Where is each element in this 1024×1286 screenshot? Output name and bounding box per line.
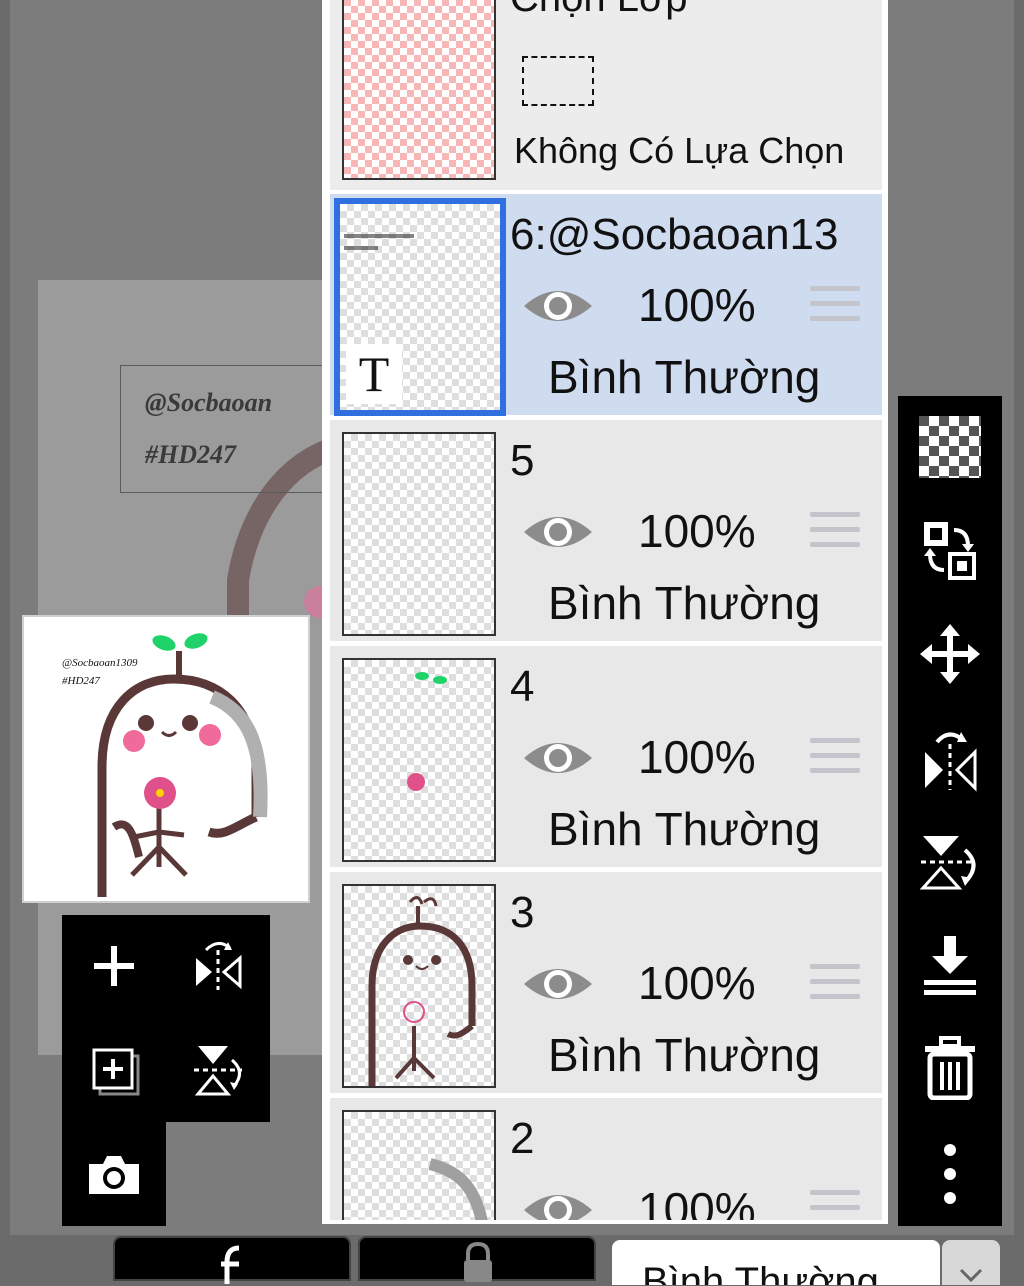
layer-blend-mode[interactable]: Bình Thường xyxy=(548,1028,820,1082)
trash-icon xyxy=(925,1036,975,1100)
move-button[interactable] xyxy=(898,624,1002,684)
visibility-toggle[interactable] xyxy=(522,960,594,1013)
selection-layer-row[interactable]: Chọn Lớp Không Có Lựa Chọn xyxy=(330,0,882,190)
clipping-button[interactable] xyxy=(113,1236,351,1284)
layer-name: 2 xyxy=(510,1114,535,1163)
selection-title: Chọn Lớp xyxy=(510,0,687,21)
shadow-art xyxy=(428,1158,488,1220)
layer-name: 4 xyxy=(510,662,535,711)
layer-name: 3 xyxy=(510,888,535,937)
flip-horizontal-button[interactable] xyxy=(898,726,1002,792)
more-button[interactable] xyxy=(898,1142,1002,1206)
clipping-icon xyxy=(221,1245,240,1284)
canvas-watermark-box: @Socbaoan #HD247 xyxy=(120,365,350,493)
canvas-watermark-line1: @Socbaoan xyxy=(145,388,273,417)
flip-vertical-button[interactable] xyxy=(182,1034,254,1106)
flip-vertical-icon xyxy=(919,836,976,890)
camera-button[interactable] xyxy=(78,1138,150,1210)
blend-mode-dropdown-button[interactable] xyxy=(942,1240,1000,1285)
selection-thumbnail xyxy=(342,0,496,180)
flip-horizontal-icon xyxy=(925,732,977,792)
chevron-down-icon xyxy=(959,1268,983,1283)
layer-row[interactable]: 5 100% Bình Thường xyxy=(330,420,882,641)
flip-horizontal-button[interactable] xyxy=(182,930,254,1002)
selection-marquee-icon xyxy=(522,56,594,106)
canvas-watermark-line2: #HD247 xyxy=(145,440,236,469)
eye-icon xyxy=(524,743,592,773)
add-layer-icon xyxy=(92,1048,140,1096)
merge-down-button[interactable] xyxy=(898,934,1002,996)
blend-mode-select[interactable]: Bình Thường xyxy=(612,1240,940,1285)
delete-layer-button[interactable] xyxy=(898,1036,1002,1100)
drag-handle-icon[interactable] xyxy=(810,964,860,1009)
lock-alpha-button[interactable] xyxy=(358,1236,596,1282)
visibility-toggle[interactable] xyxy=(522,508,594,561)
drag-handle-icon[interactable] xyxy=(810,512,860,557)
camera-icon xyxy=(89,1156,139,1194)
visibility-toggle[interactable] xyxy=(522,734,594,787)
navigator-preview[interactable]: @Socbaoan1309 #HD247 xyxy=(22,615,310,903)
blend-mode-select-value: Bình Thường xyxy=(642,1260,879,1285)
layer-thumbnail xyxy=(342,884,496,1088)
duplicate-layer-button[interactable] xyxy=(78,1034,150,1106)
layer-opacity[interactable]: 100% xyxy=(638,504,756,558)
drag-handle-icon[interactable] xyxy=(810,1190,860,1220)
flip-horizontal-icon xyxy=(196,942,242,990)
layer-thumbnail xyxy=(342,658,496,862)
drag-handle-icon[interactable] xyxy=(810,286,860,331)
plus-icon xyxy=(94,946,134,986)
swap-icon xyxy=(924,522,976,580)
drag-handle-icon[interactable] xyxy=(810,738,860,783)
layer-blend-mode[interactable]: Bình Thường xyxy=(548,802,820,856)
layer-blend-mode[interactable]: Bình Thường xyxy=(548,576,820,630)
layer-blend-mode[interactable]: Bình Thường xyxy=(548,350,820,404)
layer-row[interactable]: 2 100% xyxy=(330,1098,882,1220)
layer-row[interactable]: T 6:@Socbaoan13 100% Bình Thường xyxy=(330,194,882,416)
flip-vertical-button[interactable] xyxy=(898,830,1002,894)
navigator-character-art xyxy=(97,633,268,897)
transparency-button[interactable] xyxy=(898,416,1002,478)
selection-subtitle: Không Có Lựa Chọn xyxy=(514,130,845,171)
character-lineart xyxy=(368,896,476,1086)
flower-leaf-art xyxy=(407,672,447,791)
eye-icon xyxy=(524,291,592,321)
layer-opacity[interactable]: 100% xyxy=(638,1182,756,1220)
eye-icon xyxy=(524,1195,592,1220)
text-layer-badge: T xyxy=(346,344,402,404)
add-layer-button[interactable] xyxy=(78,930,150,1002)
layer-opacity[interactable]: 100% xyxy=(638,730,756,784)
lock-icon xyxy=(464,1242,492,1282)
visibility-toggle[interactable] xyxy=(522,282,594,335)
layer-name: 6:@Socbaoan13 xyxy=(510,210,839,259)
visibility-toggle[interactable] xyxy=(522,1186,594,1220)
layer-row[interactable]: 4 100% Bình Thường xyxy=(330,646,882,867)
layer-name: 5 xyxy=(510,436,535,485)
layer-thumbnail xyxy=(342,432,496,636)
layer-opacity[interactable]: 100% xyxy=(638,278,756,332)
more-icon xyxy=(944,1144,956,1204)
flip-vertical-icon xyxy=(194,1046,242,1096)
transparency-icon xyxy=(919,416,981,478)
swap-layer-button[interactable] xyxy=(898,518,1002,582)
move-icon xyxy=(920,624,980,684)
right-toolbar xyxy=(898,396,1002,1226)
layer-thumbnail xyxy=(342,1110,496,1220)
layer-thumbnail: T xyxy=(334,198,506,416)
layer-row[interactable]: 3 100% Bình Thường xyxy=(330,872,882,1093)
merge-down-icon xyxy=(924,936,976,995)
layer-opacity[interactable]: 100% xyxy=(638,956,756,1010)
eye-icon xyxy=(524,969,592,999)
eye-icon xyxy=(524,517,592,547)
